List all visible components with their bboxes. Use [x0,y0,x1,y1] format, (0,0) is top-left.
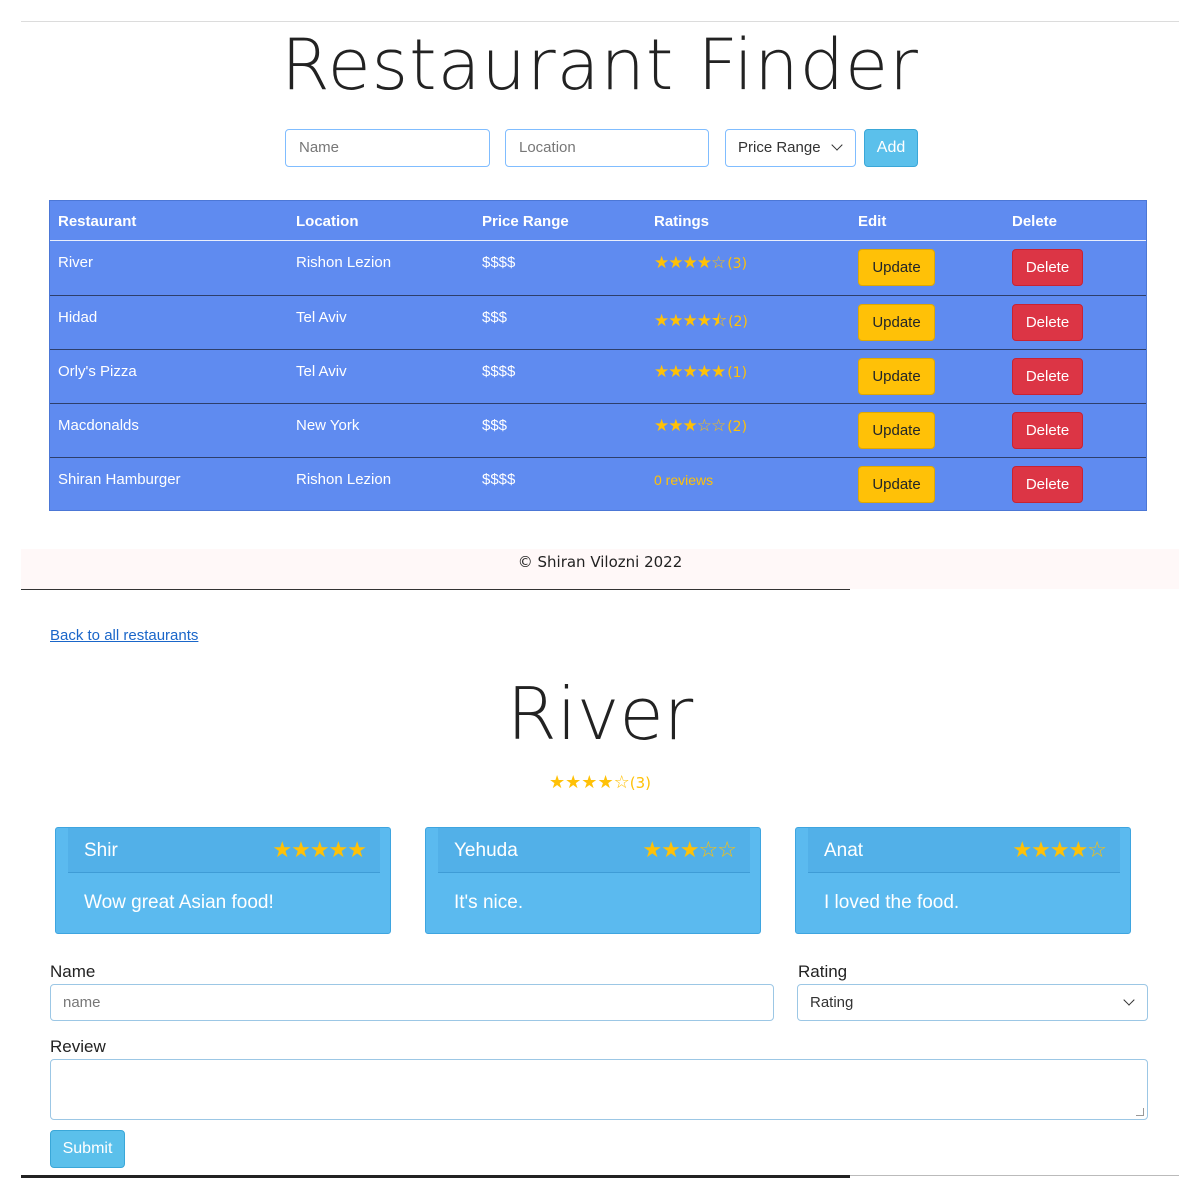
review-count: (3) [629,774,651,792]
section-divider [21,589,850,590]
restaurant-price: $$$ [482,309,508,326]
table-row[interactable]: Macdonalds New York $$$ ★★★☆☆ (2) Update … [50,403,1146,457]
review-name-input[interactable]: name [50,984,774,1021]
star-rating: ★★★☆☆ (2) [654,416,747,436]
review-stars: ★★★★☆ [1012,838,1107,863]
review-textarea[interactable] [50,1059,1148,1120]
review-count: (1) [727,365,748,381]
price-range-select-value: Price Range [738,139,821,156]
table-header: Restaurant Location Price Range Ratings … [50,201,1146,241]
delete-button[interactable]: Delete [1012,412,1083,449]
restaurant-name: River [58,254,94,271]
review-card: Yehuda ★★★☆☆ It's nice. [425,827,761,934]
rating-label: Rating [798,962,848,981]
review-card: Shir ★★★★★ Wow great Asian food! [55,827,391,934]
restaurant-location: Tel Aviv [296,309,347,326]
restaurant-location: Rishon Lezion [296,254,392,271]
column-header-restaurant: Restaurant [58,213,137,230]
star-icons: ★★★☆☆ [654,416,726,436]
review-count: (3) [727,256,748,272]
update-button[interactable]: Update [858,304,935,341]
copyright-text: © Shiran Vilozni 2022 [517,553,683,571]
top-divider [21,21,1179,22]
column-header-ratings: Ratings [654,213,710,230]
star-icons: ★★★★⯪ [654,311,727,331]
review-label: Review [50,1037,106,1056]
page-title: Restaurant Finder [281,24,919,106]
rating-select-value: Rating [810,994,854,1011]
review-stars: ★★★☆☆ [642,838,737,863]
star-icons: ★★★★☆ [654,253,726,273]
add-button[interactable]: Add [864,129,918,167]
restaurant-location: New York [296,417,360,434]
review-count: (2) [727,419,748,435]
review-stars: ★★★★★ [272,838,367,863]
review-card-header: Shir ★★★★★ [68,828,380,873]
delete-button[interactable]: Delete [1012,358,1083,395]
column-header-delete: Delete [1012,213,1058,230]
resize-handle-icon[interactable] [1136,1108,1144,1116]
restaurant-price: $$$$ [482,363,516,380]
delete-button[interactable]: Delete [1012,466,1083,503]
delete-button[interactable]: Delete [1012,249,1083,286]
submit-button[interactable]: Submit [50,1130,125,1168]
reviewer-name: Shir [84,840,118,861]
update-button[interactable]: Update [858,358,935,395]
table-row[interactable]: Shiran Hamburger Rishon Lezion $$$$ 0 re… [50,457,1146,511]
back-to-restaurants-link[interactable]: Back to all restaurants [50,627,198,644]
restaurant-location: Tel Aviv [296,363,347,380]
price-range-select[interactable]: Price Range [725,129,856,167]
reviewer-name: Yehuda [454,840,518,861]
restaurant-location: Rishon Lezion [296,471,392,488]
star-icons: ★★★★☆ [549,772,630,793]
restaurant-price: $$$$ [482,471,516,488]
restaurant-name: Orly's Pizza [58,363,137,380]
table-row[interactable]: River Rishon Lezion $$$$ ★★★★☆ (3) Update… [50,241,1146,295]
restaurant-name: Macdonalds [58,417,139,434]
chevron-down-icon [1123,994,1135,1006]
column-header-location: Location [296,213,359,230]
update-button[interactable]: Update [858,249,935,286]
star-rating: ★★★★★ (1) [654,362,747,382]
review-count: (2) [728,314,748,330]
restaurant-rating: ★★★★☆(3) [0,772,1200,793]
star-icons: ★★★★★ [654,362,726,382]
restaurant-price: $$$ [482,417,508,434]
update-button[interactable]: Update [858,466,935,503]
review-text: It's nice. [454,892,524,913]
review-card-header: Anat ★★★★☆ [808,828,1120,873]
restaurant-price: $$$$ [482,254,516,271]
footer: © Shiran Vilozni 2022 [21,549,1179,589]
column-header-edit: Edit [858,213,887,230]
rating-select[interactable]: Rating [797,984,1148,1021]
no-reviews-text: 0 reviews [654,472,714,488]
review-text: Wow great Asian food! [84,892,274,913]
chevron-down-icon [831,139,843,151]
star-rating: ★★★★⯪ (2) [654,308,748,337]
bottom-divider-light [850,1175,1179,1176]
bottom-divider [21,1175,850,1178]
update-button[interactable]: Update [858,412,935,449]
restaurant-name: Hidad [58,309,98,326]
restaurants-table: Restaurant Location Price Range Ratings … [49,200,1147,511]
review-text: I loved the food. [824,892,960,913]
restaurant-name: Shiran Hamburger [58,471,181,488]
restaurant-title: River [506,672,694,756]
reviewer-name: Anat [824,840,864,861]
location-input[interactable]: Location [505,129,709,167]
table-row[interactable]: Orly's Pizza Tel Aviv $$$$ ★★★★★ (1) Upda… [50,349,1146,403]
column-header-price-range: Price Range [482,213,569,230]
name-input[interactable]: Name [285,129,490,167]
review-card-header: Yehuda ★★★☆☆ [438,828,750,873]
star-rating: ★★★★☆ (3) [654,253,747,273]
review-card: Anat ★★★★☆ I loved the food. [795,827,1131,934]
table-row[interactable]: Hidad Tel Aviv $$$ ★★★★⯪ (2) Update Delet… [50,295,1146,349]
delete-button[interactable]: Delete [1012,304,1083,341]
name-label: Name [50,962,96,981]
